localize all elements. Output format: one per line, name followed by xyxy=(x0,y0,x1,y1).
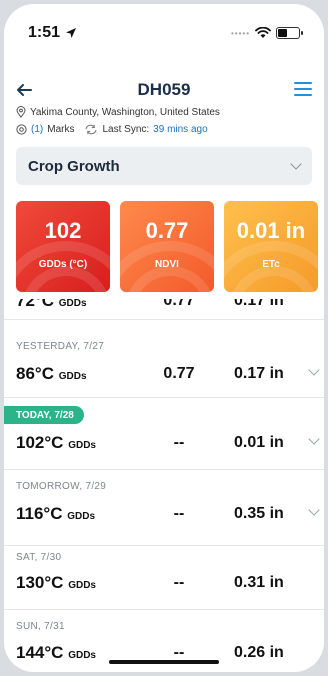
target-icon xyxy=(16,124,27,135)
forecast-list: 72°C GDDs 0.77 0.17 in YESTERDAY, 7/27 8… xyxy=(4,299,324,672)
gdd-card-value: 102 xyxy=(44,218,82,243)
list-item: SAT, 7/30 130°C GDDs -- 0.31 in xyxy=(4,546,324,610)
signal-icon: ••••• xyxy=(230,28,250,38)
status-indicators: ••••• xyxy=(230,27,303,39)
ndvi-card-label: NDVI xyxy=(155,259,179,270)
day-label: YESTERDAY, 7/27 xyxy=(16,341,105,352)
etc-card[interactable]: 0.01 in ETc xyxy=(224,201,318,292)
list-item[interactable]: TOMORROW, 7/29 116°C GDDs -- 0.35 in xyxy=(4,470,324,546)
dropdown-selected: Crop Growth xyxy=(28,157,120,175)
meta-line: (1) Marks Last Sync: 39 mins ago xyxy=(16,124,208,135)
chevron-down-icon[interactable] xyxy=(308,364,320,376)
location-arrow-icon xyxy=(66,28,77,38)
ndvi-value: 0.77 xyxy=(163,365,195,382)
today-badge: TODAY, 7/28 xyxy=(4,406,84,424)
day-label: TOMORROW, 7/29 xyxy=(16,481,107,492)
etc-value: 0.17 in xyxy=(234,299,284,309)
status-bar: 1:51 ••••• xyxy=(28,22,303,44)
etc-value: 0.31 in xyxy=(234,574,284,591)
list-item: 72°C GDDs 0.77 0.17 in xyxy=(4,299,324,320)
etc-value: 0.35 in xyxy=(234,505,284,522)
etc-value: 0.17 in xyxy=(234,365,284,382)
battery-icon xyxy=(276,27,303,39)
gdd-value: 116°C GDDs xyxy=(16,504,96,523)
gdd-card-label: GDDs (°C) xyxy=(38,259,88,270)
hamburger-menu-icon[interactable] xyxy=(294,82,312,96)
status-time: 1:51 xyxy=(28,24,61,41)
ndvi-value: 0.77 xyxy=(163,299,195,309)
chevron-down-icon[interactable] xyxy=(308,504,320,516)
app-screen: 1:51 ••••• DH059 Yakima County, Washingt… xyxy=(4,4,324,672)
gdd-value: 102°C GDDs xyxy=(16,433,96,452)
gdd-value: 144°C GDDs xyxy=(16,643,96,662)
top-header: DH059 xyxy=(4,78,324,102)
wifi-icon xyxy=(255,27,271,38)
marks-label[interactable]: Marks xyxy=(47,124,74,135)
day-label: SAT, 7/30 xyxy=(16,552,62,563)
list-item[interactable]: TODAY, 7/28 102°C GDDs -- 0.01 in xyxy=(4,398,324,470)
location-pin-icon xyxy=(16,106,26,118)
etc-card-value: 0.01 in xyxy=(236,218,306,243)
chevron-down-icon[interactable] xyxy=(308,433,320,445)
gdd-value: 86°C GDDs xyxy=(16,364,87,383)
gdd-card[interactable]: 102 GDDs (°C) xyxy=(16,201,110,292)
sync-value: 39 mins ago xyxy=(153,124,208,135)
gdd-value: 72°C GDDs xyxy=(16,299,87,310)
location-text: Yakima County, Washington, United States xyxy=(30,106,220,118)
sync-icon xyxy=(85,124,97,135)
etc-card-label: ETc xyxy=(262,259,280,270)
day-label: SUN, 7/31 xyxy=(16,621,65,632)
ndvi-value: -- xyxy=(173,434,185,451)
metric-cards: 102 GDDs (°C) 0.77 NDVI 0.01 in ETc xyxy=(16,201,318,292)
ndvi-card-value: 0.77 xyxy=(145,218,189,243)
chevron-down-icon xyxy=(290,158,302,170)
etc-value: 0.01 in xyxy=(234,434,284,451)
location-line: Yakima County, Washington, United States xyxy=(16,106,220,118)
ndvi-card[interactable]: 0.77 NDVI xyxy=(120,201,214,292)
status-time-group: 1:51 xyxy=(28,24,77,42)
ndvi-value: -- xyxy=(173,574,185,591)
marks-count[interactable]: (1) xyxy=(31,124,43,135)
home-indicator[interactable] xyxy=(109,660,219,664)
sync-label: Last Sync: xyxy=(102,124,150,135)
etc-value: 0.26 in xyxy=(234,644,284,661)
gdd-value: 130°C GDDs xyxy=(16,573,96,592)
ndvi-value: -- xyxy=(173,505,185,522)
list-item[interactable]: YESTERDAY, 7/27 86°C GDDs 0.77 0.17 in xyxy=(4,320,324,398)
page-title: DH059 xyxy=(137,80,191,99)
crop-metric-dropdown[interactable]: Crop Growth xyxy=(16,147,312,185)
